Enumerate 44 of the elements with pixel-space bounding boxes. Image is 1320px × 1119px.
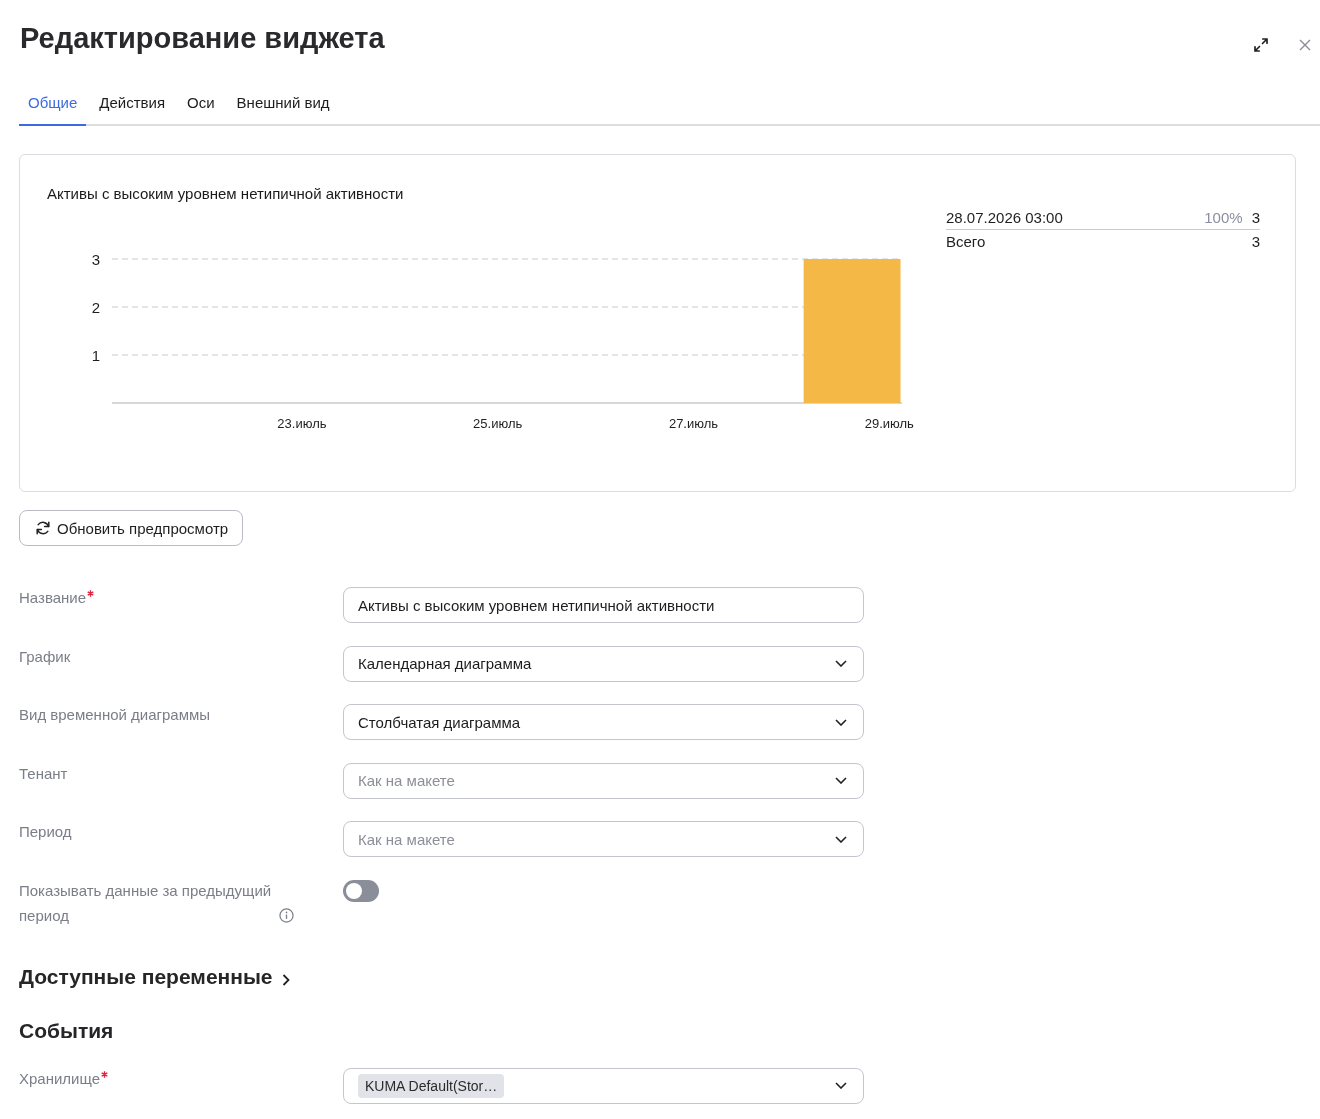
legend-value: 3 [1251, 208, 1260, 228]
toggle-switch[interactable] [343, 880, 379, 902]
tab[interactable]: Общие [19, 83, 87, 126]
tab[interactable]: Оси [178, 83, 224, 126]
y-axis-label: 3 [91, 250, 100, 268]
refresh-button[interactable]: Обновить предпросмотр [19, 510, 244, 546]
chevron-icon [281, 973, 290, 986]
chevron-down-icon [835, 660, 847, 667]
field-label: Вид временной диаграммы [19, 705, 211, 725]
field-label: Период [19, 822, 72, 842]
x-axis-label: 27.июль [668, 415, 719, 431]
refresh-icon [35, 520, 51, 536]
x-axis-label: 25.июль [473, 415, 523, 431]
chevron-down-icon [835, 718, 847, 726]
legend-total-value: 3 [1251, 232, 1260, 252]
x-axis-label: 23.июль [277, 415, 327, 431]
tab[interactable]: Действия [90, 83, 175, 126]
field-label: Тенант [19, 763, 68, 784]
legend-label: 28.07.2026 03:00 [946, 208, 1064, 228]
dropdown-field[interactable]: Календарная диаграмма [343, 645, 864, 682]
field-label: Хранилище [19, 1068, 100, 1089]
section-header[interactable]: Доступные переменные [19, 962, 290, 991]
info-icon[interactable] [279, 907, 294, 923]
field-label: Название [19, 588, 87, 608]
legend-total-label: Всего [946, 232, 987, 252]
dropdown-field[interactable]: KUMA Default(Stor… [343, 1067, 864, 1104]
dropdown-field[interactable]: Столбчатая диаграмма [343, 704, 864, 740]
chevron-down-icon [835, 1082, 847, 1089]
expand-icon[interactable] [1253, 37, 1269, 53]
tag: KUMA Default(Stor… [358, 1073, 505, 1098]
field-label: График [19, 646, 71, 667]
legend-percent: 100% [1204, 208, 1243, 228]
window-title: Редактирование виджета [20, 21, 385, 56]
y-axis-label: 1 [91, 346, 100, 364]
tab[interactable]: Внешний вид [227, 83, 339, 126]
chevron-down-icon [835, 777, 847, 784]
section-title: События [19, 1017, 115, 1044]
close-icon[interactable] [1299, 39, 1311, 51]
field-label: Показывать данные за предыдущий период [19, 880, 273, 926]
chart-title: Активы с высоким уровнем нетипичной активности [47, 184, 405, 204]
text-field[interactable]: Активы с высоким уровнем нетипичной активности [343, 587, 864, 623]
chevron-down-icon [835, 835, 847, 843]
y-axis-label: 2 [91, 298, 100, 316]
x-axis-label: 29.июль [864, 415, 914, 431]
